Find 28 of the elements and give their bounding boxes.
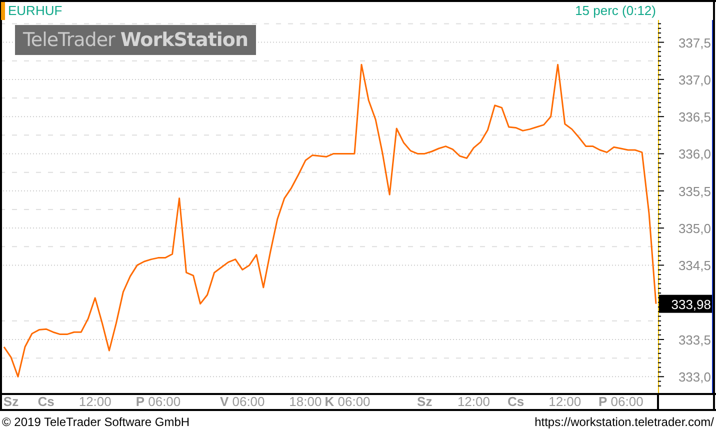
y-axis-label: 336,0	[678, 146, 711, 162]
x-axis-label: P 06:00	[136, 395, 181, 409]
x-axis-label: Cs	[507, 395, 524, 409]
x-axis-label: Sz	[417, 395, 432, 409]
x-axis-label: 12:00	[78, 395, 112, 409]
x-axis-label: P 06:00	[598, 395, 644, 409]
y-axis-label: 336,5	[678, 110, 711, 125]
y-axis-label: 337,5	[678, 35, 711, 50]
logo: TeleTrader WorkStation	[15, 25, 256, 55]
x-axis-label: V 06:00	[220, 395, 265, 409]
x-axis-label: Cs	[38, 395, 54, 409]
y-axis-label: 333,0	[678, 370, 711, 385]
symbol-marker	[1, 2, 5, 20]
y-axis-label: 335,5	[678, 184, 711, 199]
y-axis-label: 333,5	[678, 332, 711, 348]
symbol-label: EURHUF	[8, 3, 62, 18]
x-axis-label: Sz	[3, 395, 19, 409]
x-axis-label: K 06:00	[324, 395, 370, 409]
x-axis-label: 18:00	[289, 395, 322, 409]
y-axis-label: 335,0	[678, 221, 711, 236]
y-axis-label: 337,0	[678, 72, 711, 88]
last-price-label: 333,98	[659, 294, 712, 313]
x-axis-label: 12:00	[457, 395, 490, 409]
x-axis-label: 12:00	[548, 395, 582, 409]
copyright-text: © 2019 TeleTrader Software GmbH	[2, 414, 190, 431]
website-url: https://workstation.teletrader.com/	[534, 414, 714, 431]
y-axis-label: 334,5	[678, 258, 711, 274]
interval-label: 15 perc (0:12)	[575, 3, 656, 18]
